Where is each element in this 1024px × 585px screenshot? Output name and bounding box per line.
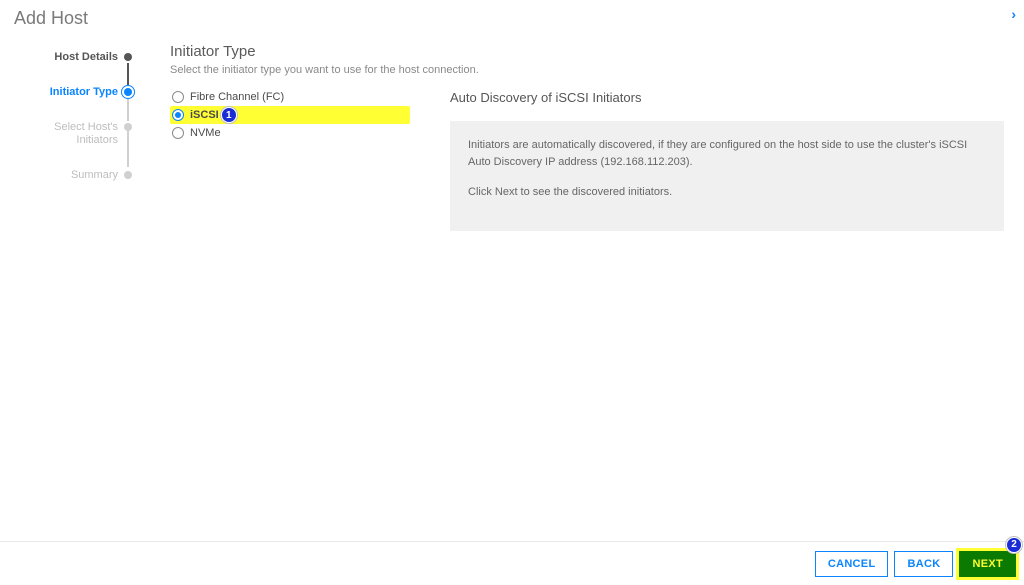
wizard-main: Initiator Type Select the initiator type… [140,31,1024,231]
next-button[interactable]: NEXT [959,551,1016,577]
radio-fibre-channel[interactable]: Fibre Channel (FC) [170,90,410,104]
step-label: Host Details [54,51,118,64]
initiator-type-group: Fibre Channel (FC) iSCSI 1 NVMe [170,90,410,231]
content-row: Fibre Channel (FC) iSCSI 1 NVMe Auto Dis… [170,90,1004,231]
step-label: Initiator Type [50,86,118,99]
section-title: Initiator Type [170,43,1004,60]
step-initiator-type[interactable]: Initiator Type [0,86,140,99]
step-select-initiators: Select Host's Initiators [0,121,140,147]
section-subtitle: Select the initiator type you want to us… [170,64,1004,76]
step-summary: Summary [0,169,140,182]
radio-input-fc[interactable] [172,91,184,103]
add-host-wizard: Add Host › Host Details Initiator Type S… [0,0,1024,585]
info-title: Auto Discovery of iSCSI Initiators [450,90,1004,105]
step-dot-icon [124,123,132,131]
radio-iscsi[interactable]: iSCSI 1 [170,106,410,124]
close-icon[interactable]: › [1011,6,1016,22]
wizard-body: Host Details Initiator Type Select Host'… [0,31,1024,231]
step-dot-icon [124,171,132,179]
info-paragraph: Initiators are automatically discovered,… [468,137,986,170]
info-paragraph: Click Next to see the discovered initiat… [468,184,986,201]
step-label: Select Host's Initiators [28,121,118,147]
step-host-details[interactable]: Host Details [0,51,140,64]
radio-label: NVMe [190,127,221,139]
annotation-badge-2: 2 [1006,537,1022,553]
radio-label: Fibre Channel (FC) [190,91,284,103]
cancel-button[interactable]: CANCEL [815,551,889,577]
info-column: Auto Discovery of iSCSI Initiators Initi… [450,90,1004,231]
step-label: Summary [71,169,118,182]
annotation-badge-1: 1 [221,107,237,123]
radio-input-nvme[interactable] [172,127,184,139]
radio-label: iSCSI [190,109,219,121]
wizard-stepper: Host Details Initiator Type Select Host'… [0,31,140,231]
radio-input-iscsi[interactable] [172,109,184,121]
step-dot-icon [124,88,132,96]
radio-nvme[interactable]: NVMe [170,126,410,140]
wizard-footer: CANCEL BACK 2 NEXT [0,541,1024,585]
step-dot-icon [124,53,132,61]
back-button[interactable]: BACK [894,551,953,577]
info-box: Initiators are automatically discovered,… [450,121,1004,231]
page-title: Add Host [0,0,1024,31]
next-button-wrap: 2 NEXT [959,551,1016,577]
